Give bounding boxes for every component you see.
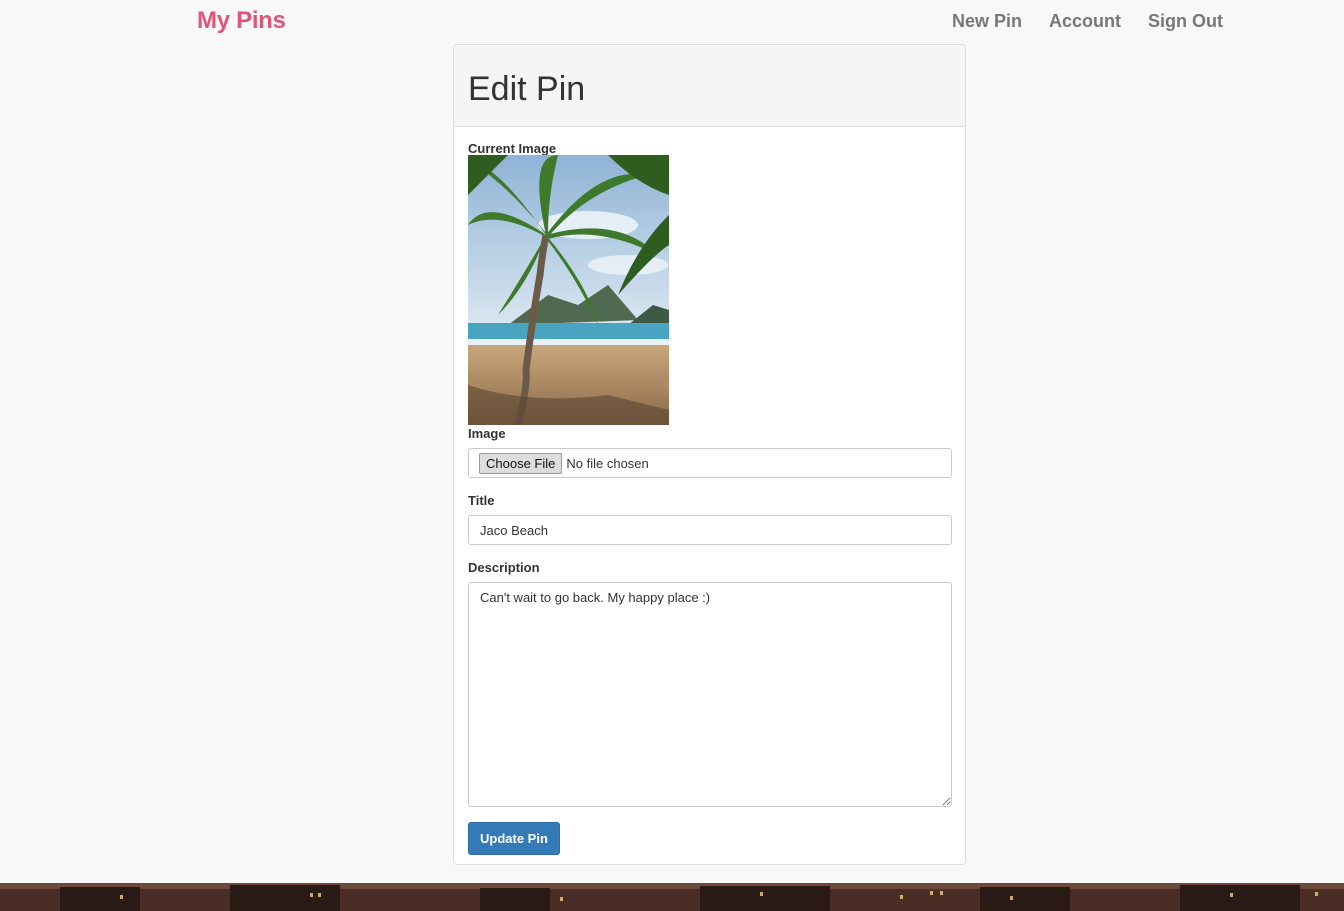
brand-link[interactable]: My Pins [197,7,286,35]
current-pin-image [468,155,669,425]
nav-account-link[interactable]: Account [1049,11,1121,32]
image-label: Image [468,426,506,441]
title-label: Title [468,493,495,508]
nav-sign-out-link[interactable]: Sign Out [1148,11,1223,32]
description-label: Description [468,560,540,575]
choose-file-button[interactable]: Choose File [479,452,563,474]
title-input[interactable] [468,515,952,545]
nav-new-pin-link[interactable]: New Pin [952,11,1022,32]
current-image-label: Current Image [468,141,557,156]
page-title: Edit Pin [468,70,586,108]
nav-links: New Pin Account Sign Out [952,11,1223,32]
update-pin-button[interactable]: Update Pin [468,822,560,855]
description-textarea[interactable]: Can't wait to go back. My happy place :) [468,582,952,807]
edit-pin-panel: Edit Pin Current Image Image Choose File… [453,44,966,865]
edit-pin-form: Current Image Image Choose File No file … [454,127,965,855]
panel-heading: Edit Pin [454,45,965,127]
image-file-input[interactable]: Choose File No file chosen [468,448,952,478]
city-background-image [0,883,1344,911]
no-file-chosen-text: No file chosen [566,455,649,471]
navbar: My Pins New Pin Account Sign Out [0,0,1344,44]
